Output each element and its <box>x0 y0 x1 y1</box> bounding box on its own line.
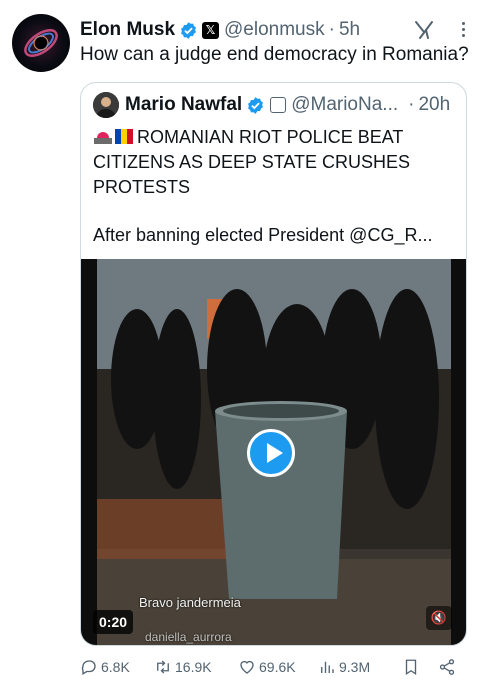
quoted-author-handle[interactable]: @MarioNa... <box>291 94 398 116</box>
post-time[interactable]: 5h <box>339 19 360 41</box>
separator-dot: · <box>328 19 335 40</box>
author-handle[interactable]: @elonmusk <box>224 19 325 41</box>
play-button[interactable] <box>247 429 295 477</box>
quoted-separator-dot: · <box>408 94 415 115</box>
repost-icon <box>157 660 169 674</box>
video-caption: Bravo jandermeia <box>139 595 241 610</box>
subscriber-badge-icon[interactable] <box>270 97 287 113</box>
quoted-tweet-text: ROMANIAN RIOT POLICE BEAT CITIZENS AS DE… <box>93 125 458 200</box>
bookmark-icon <box>405 659 417 676</box>
repost-button[interactable]: 16.9K <box>154 658 238 676</box>
verified-badge-icon[interactable] <box>179 21 198 40</box>
author-name[interactable]: Elon Musk <box>80 19 175 41</box>
repost-count: 16.9K <box>175 659 212 675</box>
reply-count: 6.8K <box>101 659 130 675</box>
like-count: 69.6K <box>259 659 296 675</box>
quoted-author-avatar[interactable] <box>93 92 119 118</box>
verified-badge-icon[interactable] <box>246 96 265 115</box>
quoted-text-line-1: ROMANIAN RIOT POLICE BEAT <box>137 127 404 147</box>
action-bar: 6.8K 16.9K 69.6K 9.3M <box>80 656 466 678</box>
quoted-text-line-2: CITIZENS AS DEEP STATE CRUSHES <box>93 152 411 172</box>
reply-button[interactable]: 6.8K <box>80 658 154 676</box>
quoted-tweet[interactable]: Mario Nawfal @MarioNa... · 20h ROMANIAN … <box>80 82 467 646</box>
views-button[interactable]: 9.3M <box>318 658 402 676</box>
share-icon <box>439 659 455 675</box>
author-avatar[interactable] <box>12 14 70 72</box>
tweet-text: How can a judge end democracy in Romania… <box>80 44 469 65</box>
video-player[interactable]: Bravo jandermeia daniella_aurrora 0:20 🔇 <box>81 259 466 645</box>
tweet-header: Elon Musk 𝕏 @elonmusk · 5h <box>80 16 468 44</box>
grok-icon[interactable] <box>412 18 436 42</box>
quoted-author-name[interactable]: Mario Nawfal <box>125 94 242 116</box>
heart-icon <box>240 660 254 674</box>
video-caption-secondary: daniella_aurrora <box>145 630 232 644</box>
views-count: 9.3M <box>339 659 371 675</box>
mute-toggle-icon[interactable]: 🔇 <box>426 606 452 630</box>
quoted-tweet-header: Mario Nawfal @MarioNa... · 20h <box>93 91 456 119</box>
quoted-text-continuation: After banning elected President @CG_R... <box>93 225 433 245</box>
quoted-post-time[interactable]: 20h <box>418 94 450 116</box>
x-affiliation-icon[interactable]: 𝕏 <box>202 21 220 39</box>
like-button[interactable]: 69.6K <box>238 658 318 676</box>
video-duration: 0:20 <box>93 610 134 634</box>
views-icon <box>321 661 334 673</box>
share-button[interactable] <box>438 658 460 676</box>
reply-icon <box>81 660 96 675</box>
bookmark-button[interactable] <box>402 658 438 676</box>
quoted-text-line-3: PROTESTS <box>93 177 191 197</box>
more-options-icon[interactable] <box>460 22 466 40</box>
siren-flag-emoji-icon <box>94 129 133 144</box>
